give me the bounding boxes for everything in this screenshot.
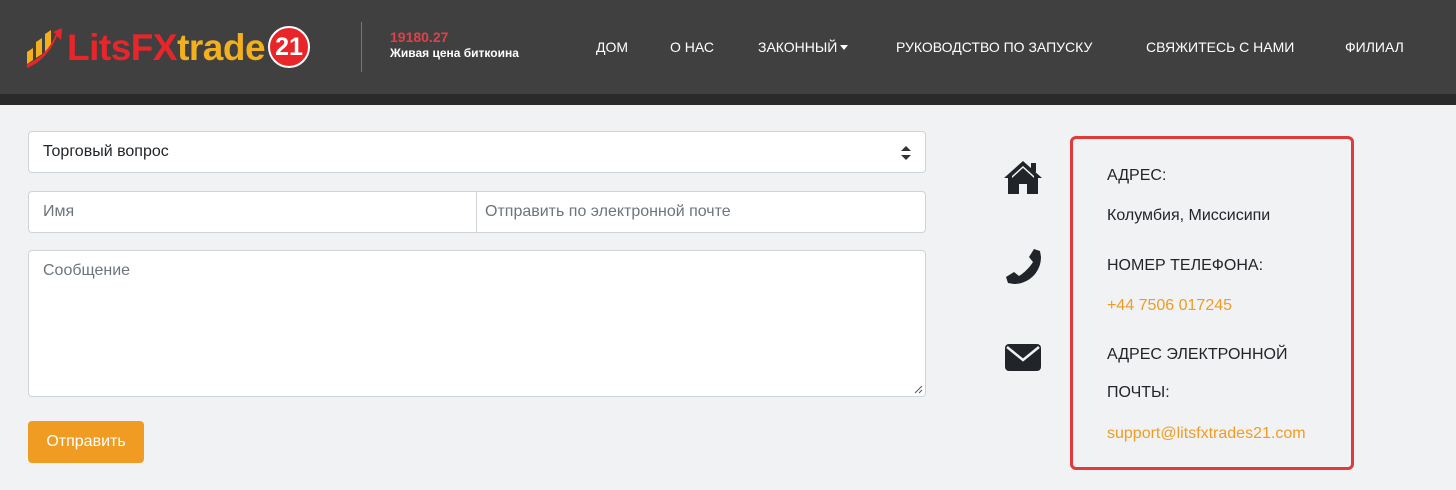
name-input[interactable]: Имя	[28, 191, 477, 233]
message-placeholder: Сообщение	[43, 262, 131, 279]
logo-badge: 21	[268, 26, 311, 68]
nav-about[interactable]: О НАС	[670, 38, 714, 56]
phone-link[interactable]: +44 7506 017245	[1107, 297, 1232, 315]
name-placeholder: Имя	[43, 203, 75, 220]
topic-select[interactable]: Торговый вопрос	[28, 131, 926, 173]
topic-select-value: Торговый вопрос	[43, 143, 169, 160]
submit-button[interactable]: Отправить	[28, 421, 144, 463]
email-label-line2: ПОЧТЫ:	[1107, 384, 1170, 401]
message-textarea[interactable]: Сообщение	[28, 250, 926, 397]
email-label-line1: АДРЕС ЭЛЕКТРОННОЙ	[1107, 346, 1288, 363]
home-icon	[1004, 161, 1042, 194]
address-label: АДРЕС:	[1107, 167, 1167, 184]
header-bottom-band	[0, 94, 1456, 105]
caret-down-icon	[840, 44, 849, 50]
select-arrows-icon	[901, 146, 911, 160]
phone-label: НОМЕР ТЕЛЕФОНА:	[1107, 257, 1264, 274]
site-header: LitsFXtrade 21 19180.27 Живая цена битко…	[0, 0, 1456, 94]
email-link[interactable]: support@litsfxtrades21.com	[1107, 425, 1306, 443]
logo-bars-icon	[27, 28, 62, 68]
nav-home[interactable]: ДОМ	[596, 38, 628, 56]
nav-affiliate[interactable]: ФИЛИАЛ	[1345, 38, 1404, 56]
resize-handle-icon[interactable]	[913, 384, 923, 394]
btc-price-label: Живая цена биткоина	[390, 46, 519, 60]
site-logo[interactable]: LitsFXtrade 21	[25, 22, 311, 72]
phone-icon	[1006, 249, 1041, 284]
btc-price: 19180.27	[390, 29, 449, 45]
email-placeholder: Отправить по электронной почте	[485, 203, 731, 220]
nav-contact[interactable]: СВЯЖИТЕСЬ С НАМИ	[1146, 38, 1294, 56]
address-value: Колумбия, Миссисипи	[1107, 207, 1271, 224]
logo-wordmark: LitsFXtrade	[67, 26, 266, 68]
header-divider	[361, 22, 362, 72]
nav-legal-label: ЗАКОННЫЙ	[758, 39, 838, 55]
email-input[interactable]: Отправить по электронной почте	[476, 191, 926, 233]
nav-legal[interactable]: ЗАКОННЫЙ	[758, 38, 849, 56]
envelope-icon	[1005, 344, 1041, 371]
nav-getting-started[interactable]: РУКОВОДСТВО ПО ЗАПУСКУ	[896, 38, 1092, 56]
